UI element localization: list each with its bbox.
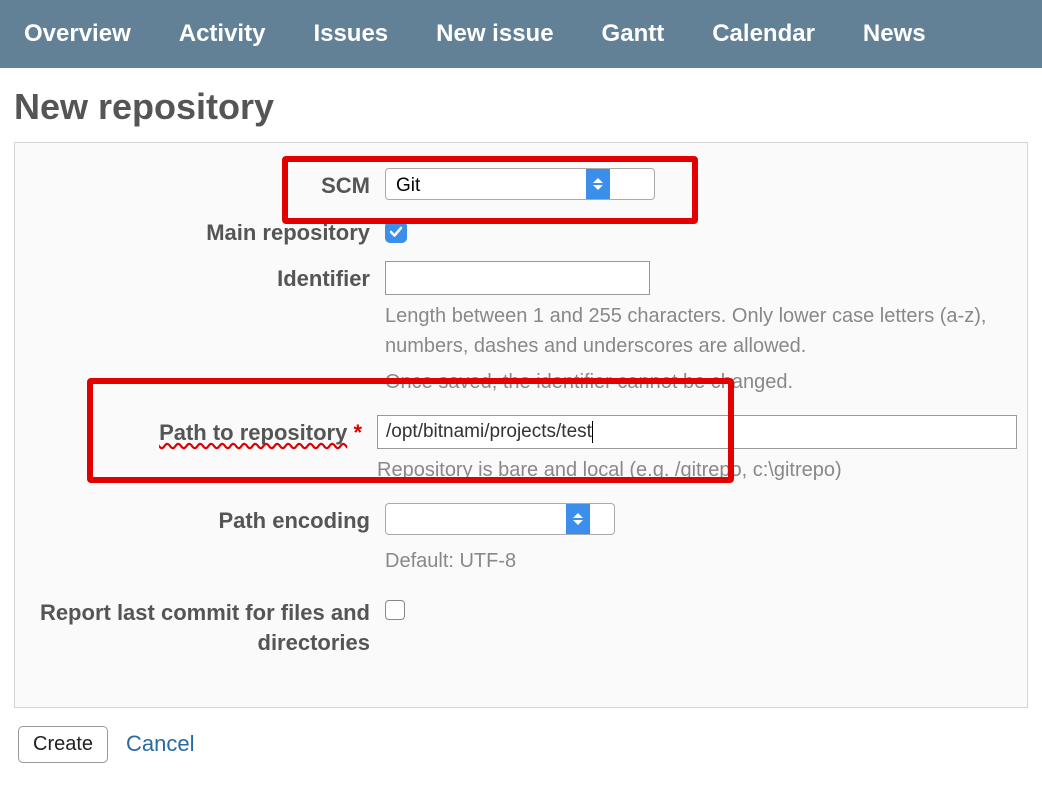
required-mark: * xyxy=(353,420,362,445)
path-input-value: /opt/bitnami/projects/test xyxy=(386,421,592,443)
report-last-commit-checkbox[interactable] xyxy=(385,600,405,620)
nav-overview[interactable]: Overview xyxy=(0,10,155,58)
chevron-updown-icon xyxy=(586,169,610,199)
label-scm: SCM xyxy=(15,168,385,201)
path-encoding-value xyxy=(386,504,566,534)
cancel-link[interactable]: Cancel xyxy=(126,731,194,757)
main-repository-checkbox[interactable] xyxy=(385,221,407,243)
scm-select[interactable]: Git xyxy=(385,168,655,200)
nav-calendar[interactable]: Calendar xyxy=(688,10,839,58)
form-container: SCM Git Main repository Identifier Lengt… xyxy=(14,142,1028,708)
label-path-encoding: Path encoding xyxy=(15,503,385,536)
label-main-repository: Main repository xyxy=(15,215,385,248)
chevron-updown-icon xyxy=(566,504,590,534)
nav-issues[interactable]: Issues xyxy=(289,10,412,58)
nav-activity[interactable]: Activity xyxy=(155,10,290,58)
nav-new-issue[interactable]: New issue xyxy=(412,10,577,58)
label-path-text: Path to repository xyxy=(159,420,347,445)
identifier-hint-1: Length between 1 and 255 characters. Onl… xyxy=(385,301,1017,361)
main-nav: Overview Activity Issues New issue Gantt… xyxy=(0,0,1042,68)
label-report-last-commit: Report last commit for files and directo… xyxy=(15,594,385,657)
label-path: Path to repository * xyxy=(15,415,377,448)
path-encoding-select[interactable] xyxy=(385,503,615,535)
path-encoding-hint: Default: UTF-8 xyxy=(385,546,1017,576)
page-title: New repository xyxy=(0,68,1042,142)
action-row: Create Cancel xyxy=(0,708,1042,781)
scm-select-value: Git xyxy=(386,169,586,199)
path-input[interactable]: /opt/bitnami/projects/test xyxy=(377,415,1017,449)
identifier-hint-2: Once saved, the identifier cannot be cha… xyxy=(385,367,1017,397)
label-identifier: Identifier xyxy=(15,261,385,294)
nav-news[interactable]: News xyxy=(839,10,950,58)
create-button[interactable]: Create xyxy=(18,726,108,763)
path-hint: Repository is bare and local (e.g. /gitr… xyxy=(377,455,1017,485)
nav-gantt[interactable]: Gantt xyxy=(578,10,689,58)
identifier-input[interactable] xyxy=(385,261,650,295)
text-cursor-icon xyxy=(592,421,593,443)
